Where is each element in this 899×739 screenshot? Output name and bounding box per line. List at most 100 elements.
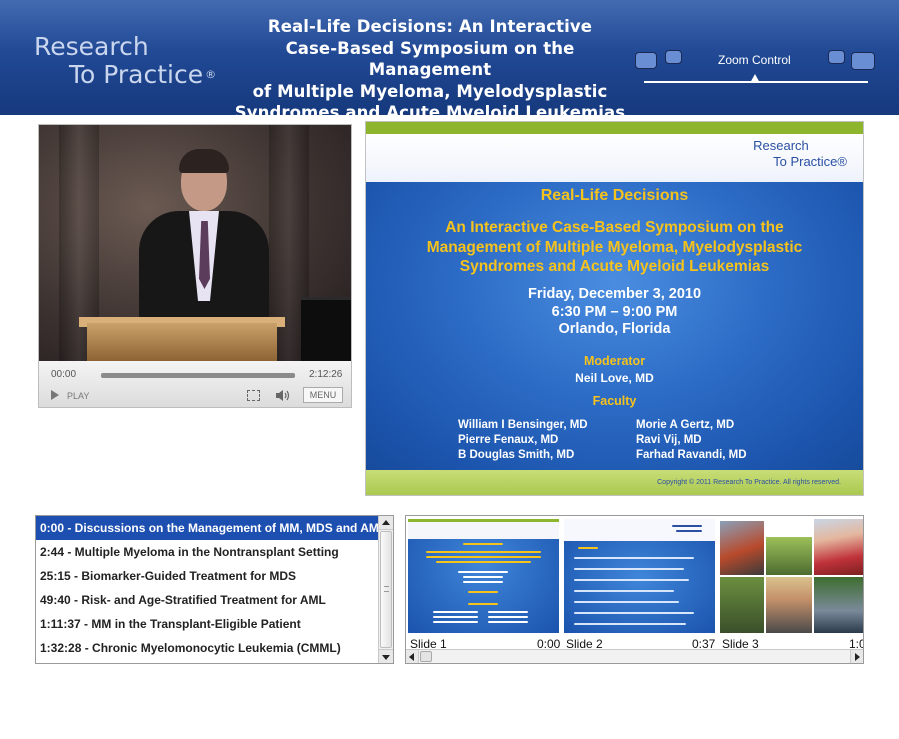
thumbnail-text-line bbox=[468, 603, 498, 605]
header-banner: Research To Practice ® Real-Life Decision… bbox=[0, 0, 899, 122]
thumbnail-text-line bbox=[436, 561, 531, 563]
thumbnail-text-line bbox=[676, 530, 702, 532]
play-icon[interactable] bbox=[51, 390, 59, 400]
faculty-heading: Faculty bbox=[592, 394, 637, 408]
stage-monitor bbox=[301, 297, 351, 361]
thumbnail-header bbox=[408, 519, 559, 539]
photo-man-red-shirt bbox=[814, 519, 863, 575]
thumbnail-text-line bbox=[426, 556, 541, 558]
thumbnail-text-line bbox=[488, 621, 528, 623]
thumbnail-text-line bbox=[574, 568, 684, 570]
faculty-name: Farhad Ravandi, MD bbox=[636, 449, 747, 461]
thumbnail-text-line bbox=[574, 612, 694, 614]
zoom-slider-thumb[interactable] bbox=[750, 74, 760, 83]
chapter-item[interactable]: 1:11:37 - MM in the Transplant-Eligible … bbox=[36, 612, 380, 636]
photo-garden bbox=[720, 577, 764, 633]
slide-green-bar-bottom: Copyright © 2011 Research To Practice. A… bbox=[366, 470, 863, 495]
speaker-hair bbox=[179, 149, 229, 173]
thumbnail-scrollbar[interactable] bbox=[406, 649, 863, 663]
progress-bar[interactable] bbox=[101, 373, 295, 378]
symposium-title: Real-Life Decisions: An Interactive Case… bbox=[232, 16, 628, 124]
thumbnail-text-line bbox=[574, 623, 686, 625]
thumbnail-text-line bbox=[463, 581, 503, 583]
thumbnail-text-line bbox=[574, 601, 679, 603]
thumbnail-text-line bbox=[488, 611, 528, 613]
video-frame[interactable] bbox=[39, 125, 351, 361]
zoom-control-label: Zoom Control bbox=[718, 53, 791, 67]
grip-icon bbox=[384, 586, 389, 592]
volume-icon[interactable] bbox=[275, 389, 291, 402]
podium bbox=[87, 323, 277, 361]
play-label[interactable]: PLAY bbox=[67, 391, 89, 401]
title-line-3: of Multiple Myeloma, Myelodysplastic bbox=[252, 81, 608, 101]
current-slide: Research To Practice® Real-Life Decision… bbox=[365, 121, 864, 496]
chapter-item[interactable]: 1:32:28 - Chronic Myelomonocytic Leukemi… bbox=[36, 636, 380, 660]
logo-registered-mark: ® bbox=[205, 68, 217, 81]
thumbnail-text-line bbox=[574, 590, 674, 592]
faculty-name: B Douglas Smith, MD bbox=[458, 449, 575, 461]
zoom-control: Zoom Control bbox=[633, 46, 883, 96]
photo-man-portrait bbox=[766, 577, 812, 633]
photo-kayak bbox=[720, 521, 764, 575]
photo-outdoor bbox=[814, 577, 863, 633]
slide-thumbnail-1[interactable] bbox=[408, 519, 559, 633]
thumbnail-text-line bbox=[426, 551, 541, 553]
scrollbar-thumb[interactable] bbox=[380, 531, 392, 648]
faculty-column-left: William I Bensinger, MD Pierre Fenaux, M… bbox=[458, 418, 588, 463]
current-time: 00:00 bbox=[51, 369, 77, 380]
slide-event-info: Friday, December 3, 2010 6:30 PM – 9:00 … bbox=[366, 286, 863, 339]
slide-thumbnail-2[interactable] bbox=[564, 519, 715, 633]
faculty-name: Ravi Vij, MD bbox=[636, 434, 702, 446]
arrow-up-icon bbox=[382, 520, 390, 525]
arrow-left-icon bbox=[409, 653, 414, 661]
chapter-item[interactable]: 25:15 - Biomarker-Guided Treatment for M… bbox=[36, 564, 380, 588]
thumbnail-text-line bbox=[433, 616, 478, 618]
scroll-down-button[interactable] bbox=[379, 649, 393, 663]
thumbnail-text-line bbox=[574, 579, 689, 581]
scroll-right-button[interactable] bbox=[850, 650, 863, 663]
slide-copyright: Copyright © 2011 Research To Practice. A… bbox=[657, 479, 841, 486]
thumbnail-text-line bbox=[433, 611, 478, 613]
chapter-item[interactable]: 0:00 - Discussions on the Management of … bbox=[36, 516, 380, 540]
menu-button[interactable]: MENU bbox=[303, 387, 343, 403]
thumbnail-body bbox=[564, 541, 715, 633]
slide-subtitle-line-3: Syndromes and Acute Myeloid Leukemias bbox=[459, 258, 770, 275]
slide-thumbnail-strip: Slide 1 0:00 Slide 2 0:37 Slide 3 1:0 bbox=[405, 515, 864, 664]
slide-green-bar-top bbox=[366, 122, 863, 134]
fullscreen-icon[interactable] bbox=[247, 390, 260, 401]
moderator-name: Neil Love, MD bbox=[575, 371, 654, 385]
thumbnail-text-line bbox=[488, 616, 528, 618]
slide-thumbnail-3[interactable] bbox=[720, 519, 863, 633]
slide-subtitle-line-2: Management of Multiple Myeloma, Myelodys… bbox=[426, 238, 803, 256]
slide-logo: Research To Practice® bbox=[753, 138, 847, 170]
photo-motorcycle bbox=[766, 537, 812, 575]
thumbnail-text-line bbox=[672, 525, 702, 527]
zoom-in-small-icon[interactable] bbox=[828, 50, 845, 64]
thumbnail-text-line bbox=[433, 621, 478, 623]
logo-line-2: To Practice ® bbox=[69, 61, 216, 89]
video-player: 00:00 2:12:26 PLAY MENU bbox=[38, 124, 352, 408]
zoom-out-small-icon[interactable] bbox=[665, 50, 682, 64]
scroll-up-button[interactable] bbox=[379, 516, 393, 530]
zoom-out-icon[interactable] bbox=[635, 52, 657, 69]
total-time: 2:12:26 bbox=[309, 369, 343, 380]
slide-subtitle: An Interactive Case-Based Symposium on t… bbox=[366, 218, 863, 277]
thumbnail-text-line bbox=[458, 571, 508, 573]
thumbnail-text-line bbox=[463, 576, 503, 578]
scroll-left-button[interactable] bbox=[406, 650, 419, 663]
chapter-list: 0:00 - Discussions on the Management of … bbox=[35, 515, 394, 664]
faculty-name: Pierre Fenaux, MD bbox=[458, 434, 559, 446]
slide-date: Friday, December 3, 2010 bbox=[527, 286, 702, 302]
slide-logo-line-2: To Practice® bbox=[773, 154, 847, 169]
player-controls: 00:00 2:12:26 PLAY MENU bbox=[39, 361, 351, 407]
slide-title: Real-Life Decisions bbox=[540, 187, 689, 204]
logo-line-2-text: To Practice bbox=[69, 60, 204, 89]
slide-time: 6:30 PM – 9:00 PM bbox=[551, 303, 678, 320]
zoom-in-icon[interactable] bbox=[851, 52, 875, 70]
scrollbar-thumb[interactable] bbox=[420, 651, 432, 662]
thumbnail-text-line bbox=[468, 591, 498, 593]
chapter-item[interactable]: 49:40 - Risk- and Age-Stratified Treatme… bbox=[36, 588, 380, 612]
chapter-list-scrollbar[interactable] bbox=[378, 516, 393, 663]
chapter-item[interactable]: 2:44 - Multiple Myeloma in the Nontransp… bbox=[36, 540, 380, 564]
faculty-column-right: Morie A Gertz, MD Ravi Vij, MD Farhad Ra… bbox=[636, 418, 747, 463]
